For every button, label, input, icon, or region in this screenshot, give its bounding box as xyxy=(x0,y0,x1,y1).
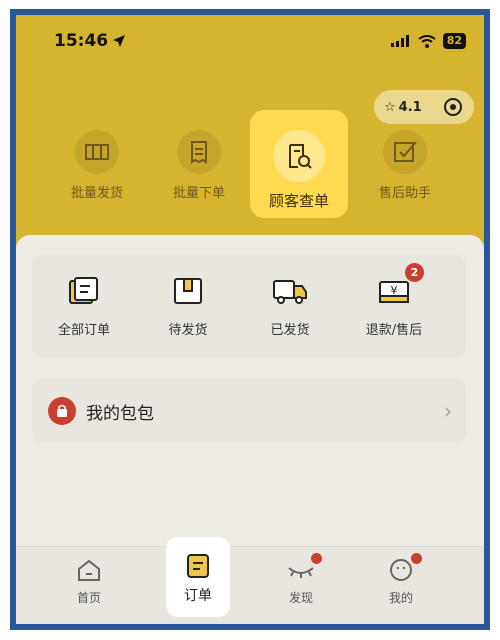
notification-dot xyxy=(311,553,322,564)
shortcut-label: 批量下单 xyxy=(172,186,225,201)
order-shipped[interactable]: 已发货 xyxy=(240,273,340,338)
face-icon xyxy=(386,553,422,585)
tab-label: 订单 xyxy=(184,588,212,604)
bag-label: 我的包包 xyxy=(86,403,154,424)
refund-badge: 2 xyxy=(405,263,424,282)
my-bag-row[interactable]: 我的包包 › xyxy=(32,379,466,443)
screenshot-frame: 15:46 82 ☆ 4.1 批量发货 批量下单 顾客查单 售后助手 全部订单 … xyxy=(10,9,490,630)
tab-label: 我的 xyxy=(388,591,413,605)
notification-dot xyxy=(411,553,422,564)
shortcut-row: 批量发货 批量下单 顾客查单 售后助手 xyxy=(16,110,484,220)
shortcut-label: 批量发货 xyxy=(70,186,123,201)
status-icons: 82 xyxy=(390,33,466,49)
battery-icon: 82 xyxy=(442,33,466,49)
orders-card: 全部订单 待发货 已发货 ¥ 2 退款/售后 xyxy=(32,255,466,357)
order-note-icon xyxy=(183,551,213,581)
checklist-icon xyxy=(383,130,427,174)
shortcut-bulk-ship[interactable]: 批量发货 xyxy=(48,110,146,218)
tab-mine[interactable]: 我的 xyxy=(366,553,436,606)
tab-home[interactable]: 首页 xyxy=(54,555,124,606)
signal-icon xyxy=(390,35,409,47)
svg-text:¥: ¥ xyxy=(391,284,398,297)
order-label: 待发货 xyxy=(168,323,208,338)
bag-icon xyxy=(48,397,76,425)
tab-label: 发现 xyxy=(288,591,313,605)
order-label: 已发货 xyxy=(270,323,310,338)
shortcut-after-sales[interactable]: 售后助手 xyxy=(356,110,454,218)
app-screen: 15:46 82 ☆ 4.1 批量发货 批量下单 顾客查单 售后助手 全部订单 … xyxy=(16,15,484,624)
order-refund[interactable]: ¥ 2 退款/售后 xyxy=(344,263,444,338)
shortcut-label: 售后助手 xyxy=(378,186,431,201)
order-to-ship[interactable]: 待发货 xyxy=(138,273,238,338)
package-icon xyxy=(170,273,206,309)
home-icon xyxy=(74,555,104,585)
order-list-icon xyxy=(66,273,102,309)
tab-orders[interactable]: 订单 xyxy=(166,537,230,617)
status-bar: 15:46 82 xyxy=(16,15,484,67)
truck-icon xyxy=(272,273,308,309)
time-text: 15:46 xyxy=(54,31,109,51)
tab-bar: 首页 订单 发现 我的 xyxy=(16,537,484,624)
tab-label: 首页 xyxy=(76,591,101,605)
chevron-right-icon: › xyxy=(444,399,452,423)
location-arrow-icon xyxy=(113,35,126,47)
status-time: 15:46 xyxy=(54,31,126,51)
tab-discover[interactable]: 发现 xyxy=(266,553,336,606)
order-label: 全部订单 xyxy=(57,323,110,338)
wifi-icon xyxy=(418,34,436,48)
receipt-icon xyxy=(177,130,221,174)
shortcut-label: 顾客查单 xyxy=(268,192,329,210)
shortcut-customer-lookup[interactable]: 顾客查单 xyxy=(250,110,348,218)
order-label: 退款/售后 xyxy=(365,323,423,338)
order-all[interactable]: 全部订单 xyxy=(34,273,134,338)
document-search-icon xyxy=(273,130,325,182)
eye-lash-icon xyxy=(286,553,322,585)
refund-icon: ¥ 2 xyxy=(376,263,424,309)
shortcut-bulk-order[interactable]: 批量下单 xyxy=(150,110,248,218)
box-stack-icon xyxy=(75,130,119,174)
